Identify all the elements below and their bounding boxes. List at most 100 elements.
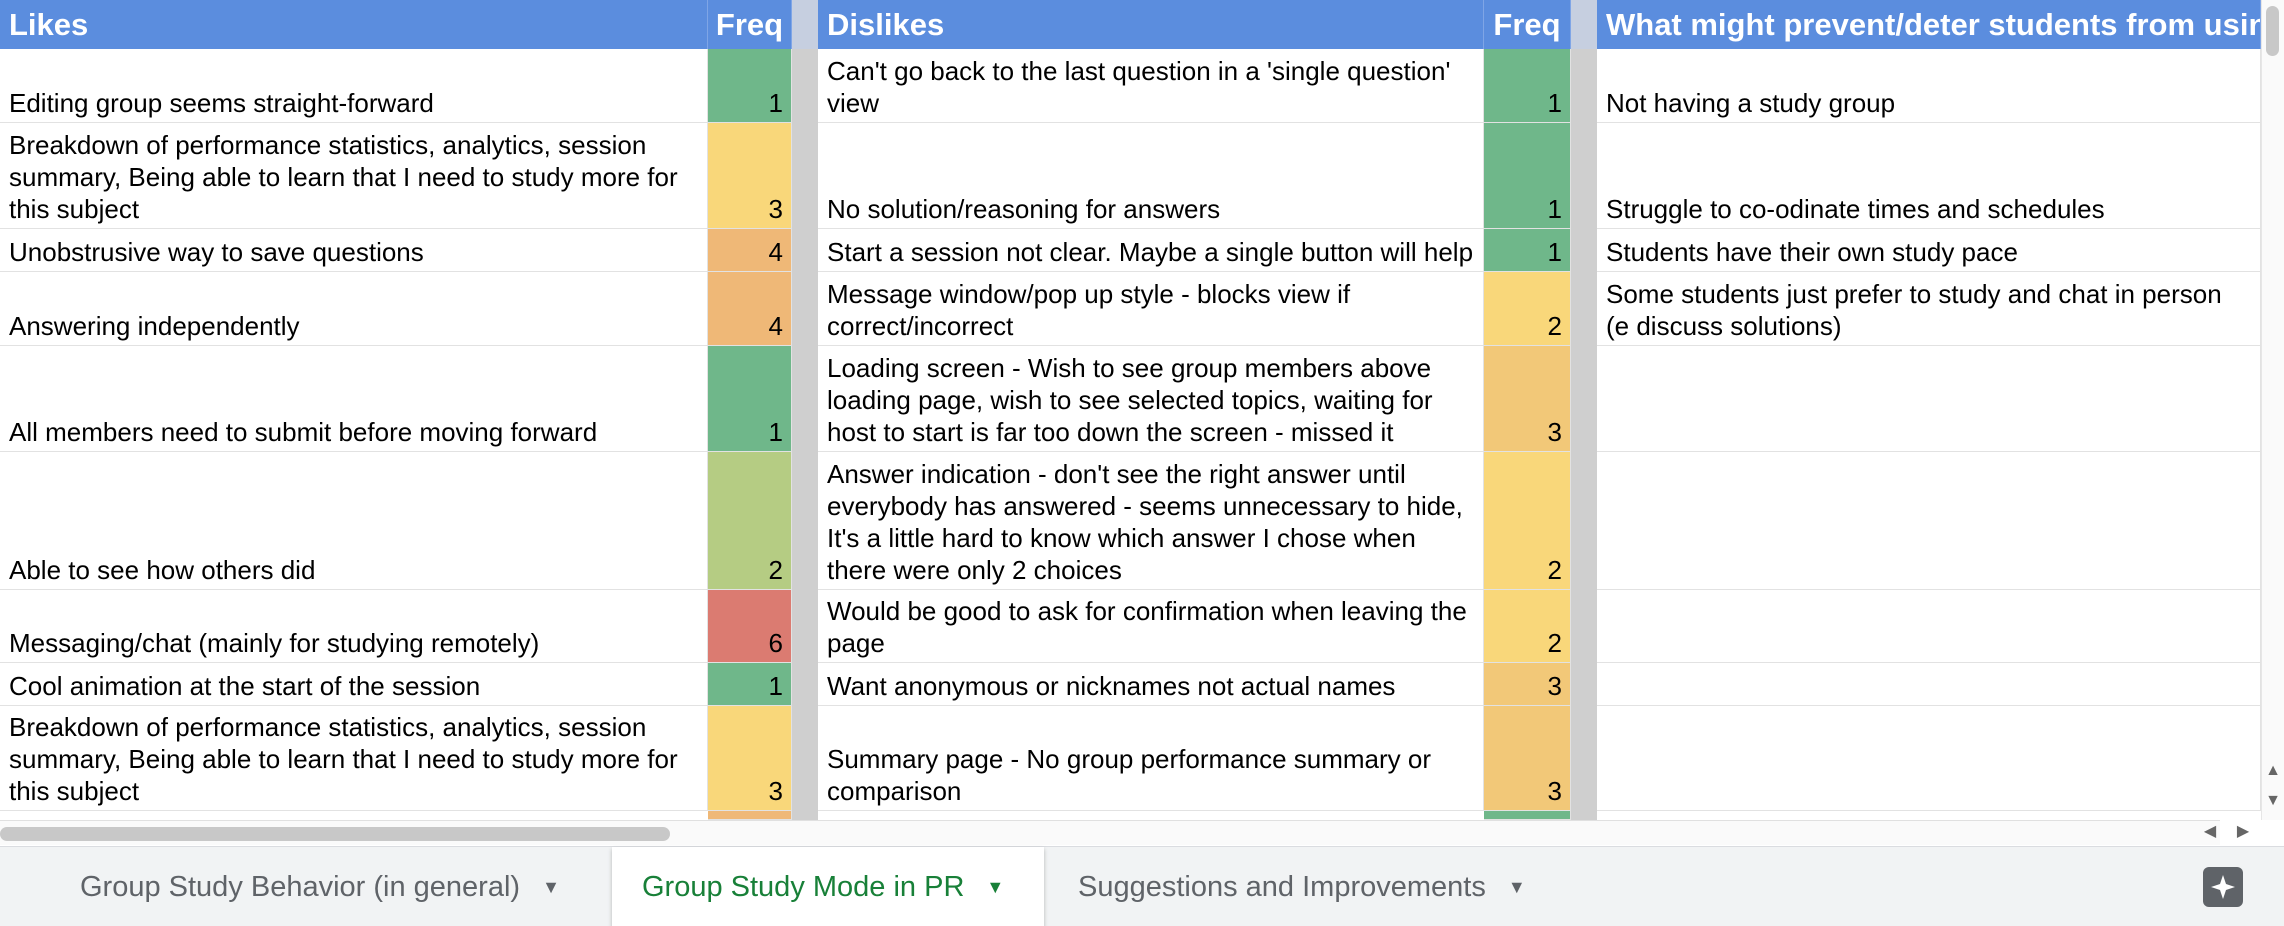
- likes-cell[interactable]: Able to see how others did: [0, 452, 708, 590]
- dislikes-cell[interactable]: Loading screen - Wish to see group membe…: [818, 346, 1484, 452]
- cell-text: 1: [1547, 88, 1562, 118]
- tab-group-study-mode[interactable]: Group Study Mode in PR ▼: [612, 847, 1044, 926]
- likes-freq-cell[interactable]: 1: [708, 346, 792, 452]
- likes-cell[interactable]: Answering independently: [0, 272, 708, 346]
- prevent-cell[interactable]: [1597, 452, 2261, 590]
- cell-text: 1: [768, 671, 783, 701]
- likes-freq-cell[interactable]: 6: [708, 590, 792, 663]
- cell-text: All members need to submit before moving…: [9, 417, 598, 447]
- scroll-down-icon[interactable]: ▼: [2258, 790, 2284, 812]
- dislikes-cell[interactable]: Can't go back to the last question in a …: [818, 49, 1484, 123]
- dislikes-freq-cell[interactable]: 2: [1484, 590, 1571, 663]
- cell-text: 1: [1547, 194, 1562, 224]
- likes-freq-cell[interactable]: 1: [708, 663, 792, 706]
- cell-text: 1: [768, 88, 783, 118]
- dislikes-cell[interactable]: Answer indication - don't see the right …: [818, 452, 1484, 590]
- spreadsheet-window: Likes Freq Dislikes Freq What might prev…: [0, 0, 2284, 926]
- cell-text: Start a session not clear. Maybe a singl…: [827, 237, 1474, 267]
- prevent-cell[interactable]: Some students just prefer to study and c…: [1597, 272, 2261, 346]
- horizontal-scroll-thumb[interactable]: [0, 827, 670, 841]
- dislikes-cell[interactable]: Message window/pop up style - blocks vie…: [818, 272, 1484, 346]
- dislikes-cell[interactable]: Would be good to ask for confirmation wh…: [818, 590, 1484, 663]
- caret-down-icon[interactable]: ▼: [1508, 877, 1526, 898]
- caret-down-icon[interactable]: ▼: [986, 877, 1004, 898]
- scroll-left-icon[interactable]: ◀: [2195, 821, 2225, 843]
- cell-text: 3: [1547, 671, 1562, 701]
- cell-text: Editing group seems straight-forward: [9, 88, 434, 118]
- likes-freq-cell[interactable]: 4: [708, 229, 792, 272]
- caret-down-icon[interactable]: ▼: [542, 877, 560, 898]
- likes-cell[interactable]: Breakdown of performance statistics, ana…: [0, 123, 708, 229]
- sheet-grid: Likes Freq Dislikes Freq What might prev…: [0, 0, 2261, 820]
- dislikes-cell[interactable]: Summary page - No group performance summ…: [818, 706, 1484, 811]
- tab-label: Group Study Mode in PR: [642, 870, 965, 903]
- dislikes-freq-cell[interactable]: 2: [1484, 452, 1571, 590]
- cell-text: 2: [1547, 555, 1562, 585]
- cell-text: 4: [768, 237, 783, 267]
- likes-freq-cell[interactable]: 1: [708, 49, 792, 123]
- cell-text: 1: [768, 417, 783, 447]
- prevent-cell[interactable]: [1597, 346, 2261, 452]
- cell-text: Able to see how others did: [9, 555, 316, 585]
- prevent-cell[interactable]: Struggle to co-odinate times and schedul…: [1597, 123, 2261, 229]
- vertical-scrollbar[interactable]: ▲ ▼: [2261, 0, 2284, 820]
- likes-cell[interactable]: Breakdown of performance statistics, ana…: [0, 706, 708, 811]
- prevent-cell[interactable]: [1597, 590, 2261, 663]
- dislikes-freq-cell[interactable]: 3: [1484, 346, 1571, 452]
- cell-text: No solution/reasoning for answers: [827, 194, 1221, 224]
- tab-label: Group Study Behavior (in general): [80, 870, 521, 903]
- tab-label: Suggestions and Improvements: [1078, 870, 1486, 903]
- header-likes[interactable]: Likes: [0, 0, 708, 49]
- cell-text: Loading screen - Wish to see group membe…: [827, 353, 1433, 447]
- dislikes-freq-cell[interactable]: 1: [1484, 229, 1571, 272]
- likes-cell[interactable]: Editing group seems straight-forward: [0, 49, 708, 123]
- dislikes-cell[interactable]: Start a session not clear. Maybe a singl…: [818, 229, 1484, 272]
- cell-text: Want anonymous or nicknames not actual n…: [827, 671, 1396, 701]
- likes-cell[interactable]: Messaging/chat (mainly for studying remo…: [0, 590, 708, 663]
- header-prevent[interactable]: What might prevent/deter students from u…: [1597, 0, 2261, 49]
- likes-freq-cell[interactable]: 3: [708, 123, 792, 229]
- likes-cell[interactable]: All members need to submit before moving…: [0, 346, 708, 452]
- vertical-scroll-thumb[interactable]: [2266, 6, 2279, 56]
- cell-text: Messaging/chat (mainly for studying remo…: [9, 628, 540, 658]
- scroll-up-icon[interactable]: ▲: [2258, 760, 2284, 782]
- cell-text: Summary page - No group performance summ…: [827, 744, 1432, 806]
- likes-freq-cell[interactable]: 4: [708, 272, 792, 346]
- cell-text: Answering independently: [9, 311, 300, 341]
- cell-text: 2: [1547, 628, 1562, 658]
- prevent-cell[interactable]: [1597, 706, 2261, 811]
- cell-text: 3: [1547, 776, 1562, 806]
- header-likes-freq[interactable]: Freq: [708, 0, 792, 49]
- tab-suggestions[interactable]: Suggestions and Improvements ▼: [1048, 847, 1568, 926]
- dislikes-freq-cell[interactable]: 2: [1484, 272, 1571, 346]
- cell-text: 4: [768, 311, 783, 341]
- explore-icon[interactable]: [2203, 867, 2243, 907]
- cell-text: Can't go back to the last question in a …: [827, 56, 1451, 118]
- cell-text: 3: [1547, 417, 1562, 447]
- cell-text: 3: [768, 194, 783, 224]
- likes-cell[interactable]: Cool animation at the start of the sessi…: [0, 663, 708, 706]
- header-dislikes[interactable]: Dislikes: [818, 0, 1484, 49]
- cell-text: Some students just prefer to study and c…: [1606, 279, 2222, 341]
- dislikes-freq-cell[interactable]: 1: [1484, 49, 1571, 123]
- likes-freq-cell[interactable]: 3: [708, 706, 792, 811]
- dislikes-cell[interactable]: No solution/reasoning for answers: [818, 123, 1484, 229]
- dislikes-freq-cell[interactable]: 3: [1484, 663, 1571, 706]
- likes-freq-cell[interactable]: 2: [708, 452, 792, 590]
- column-gap: [792, 49, 818, 820]
- cell-text: Breakdown of performance statistics, ana…: [9, 130, 678, 224]
- prevent-cell[interactable]: Students have their own study pace: [1597, 229, 2261, 272]
- column-gap: [1571, 0, 1597, 49]
- prevent-cell[interactable]: Not having a study group: [1597, 49, 2261, 123]
- dislikes-freq-cell[interactable]: 1: [1484, 123, 1571, 229]
- dislikes-cell[interactable]: Want anonymous or nicknames not actual n…: [818, 663, 1484, 706]
- dislikes-freq-cell[interactable]: 3: [1484, 706, 1571, 811]
- partial-row-cell: [708, 811, 792, 820]
- cell-text: 2: [1547, 311, 1562, 341]
- scroll-right-icon[interactable]: ▶: [2228, 821, 2258, 843]
- likes-cell[interactable]: Unobstrusive way to save questions: [0, 229, 708, 272]
- prevent-cell[interactable]: [1597, 663, 2261, 706]
- tab-group-study-behavior[interactable]: Group Study Behavior (in general) ▼: [50, 847, 610, 926]
- horizontal-scrollbar[interactable]: ◀ ▶: [0, 820, 2249, 845]
- header-dislikes-freq[interactable]: Freq: [1484, 0, 1571, 49]
